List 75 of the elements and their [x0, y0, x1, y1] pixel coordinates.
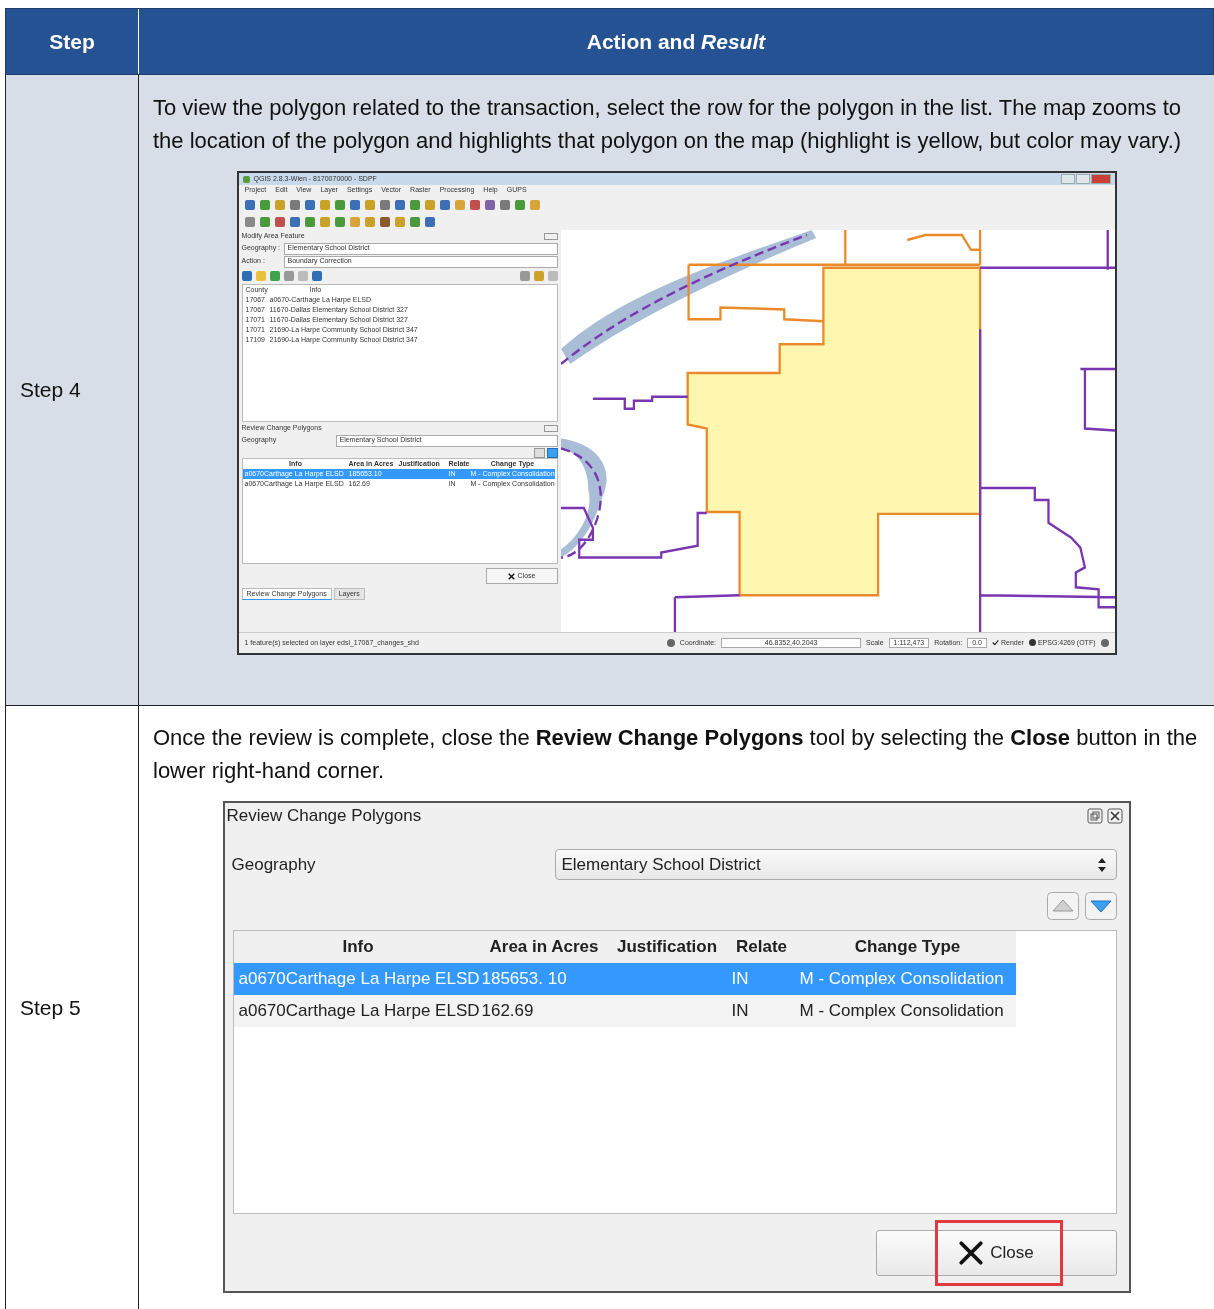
table-cell: M - Complex Consolidation: [799, 969, 1004, 988]
toolbar-icon[interactable]: [304, 216, 315, 227]
toolbar-icon[interactable]: [269, 271, 280, 281]
toolbar-icon[interactable]: [484, 199, 495, 210]
table-cell: M - Complex Consolidation: [799, 1001, 1004, 1020]
toolbar-icon[interactable]: [394, 216, 405, 227]
table-cell: a0670Carthage La Harpe ELSD: [238, 969, 480, 988]
step-label: Step 5: [20, 995, 81, 1020]
table-cell: IN: [731, 969, 749, 988]
panel-controls-icon[interactable]: [543, 232, 558, 240]
toolbar-icon[interactable]: [289, 199, 300, 210]
x-icon: [507, 572, 515, 580]
toolbar-icon[interactable]: [319, 216, 330, 227]
toolbar-icon[interactable]: [283, 271, 294, 281]
window-controls-icon[interactable]: [1060, 174, 1111, 184]
toolbar-icon[interactable]: [349, 199, 360, 210]
toolbar-icon[interactable]: [334, 216, 345, 227]
toolbar-icon[interactable]: [304, 199, 315, 210]
field-label: Geography: [231, 854, 316, 874]
close-icon[interactable]: [1106, 808, 1123, 824]
toolbar-icon[interactable]: [409, 199, 420, 210]
toolbar-icon[interactable]: [394, 199, 405, 210]
toolbar-icon[interactable]: [334, 199, 345, 210]
toolbar-icon[interactable]: [519, 271, 530, 281]
toolbar-icon[interactable]: [241, 271, 252, 281]
move-down-icon[interactable]: [546, 447, 558, 458]
table-cell: 162.69: [481, 1001, 534, 1020]
mouse-icon: [666, 639, 675, 647]
toolbar-icon[interactable]: [274, 216, 285, 227]
column-header: Justification: [616, 937, 718, 956]
column-header: Change Type: [854, 937, 961, 956]
toolbar-icon[interactable]: [439, 199, 450, 210]
toolbar-icon[interactable]: [244, 216, 255, 227]
toolbar-icon[interactable]: [424, 199, 435, 210]
table-cell: IN: [731, 1001, 749, 1020]
float-icon[interactable]: [1086, 808, 1103, 824]
toolbar-icon[interactable]: [259, 216, 270, 227]
toolbar-icon[interactable]: [274, 199, 285, 210]
dialog-title: Review Change Polygons: [226, 806, 422, 826]
checkmark-icon: [991, 639, 999, 647]
toolbar-icon[interactable]: [379, 216, 390, 227]
messages-icon[interactable]: [1100, 639, 1109, 647]
toolbar-icon[interactable]: [259, 199, 270, 210]
close-button[interactable]: Close: [875, 1229, 1117, 1276]
toolbar-icon[interactable]: [469, 199, 480, 210]
table-cell: a0670Carthage La Harpe ELSD: [238, 1001, 480, 1020]
column-header: Area in Acres: [489, 937, 599, 956]
move-down-button[interactable]: [1084, 892, 1117, 920]
column-header: Action and Result: [586, 29, 766, 54]
instruction-text: To view the polygon related to the transaction, select the row for the polygon in the list. The map zooms to the location of the polygon and highlights that polygon on the map (highlight is yellow, but color may vary.): [153, 94, 1183, 155]
toolbar-icon[interactable]: [533, 271, 544, 281]
toolbar-icon[interactable]: [514, 199, 525, 210]
instruction-text: Once the review is complete, close the Review Change Polygons tool by selecting the Close button in the lower right-hand corner.: [153, 724, 1199, 785]
column-header: Info: [342, 937, 374, 956]
column-header: Relate: [736, 937, 787, 956]
toolbar-icon[interactable]: [244, 199, 255, 210]
toolbar-icon[interactable]: [311, 271, 322, 281]
move-up-icon[interactable]: [533, 447, 545, 458]
toolbar-icon[interactable]: [364, 199, 375, 210]
dropdown[interactable]: Elementary School District: [554, 849, 1117, 880]
step-label: Step 4: [20, 378, 81, 402]
app-logo-icon: [242, 175, 250, 183]
close-x-icon: [958, 1239, 985, 1266]
toolbar-icon[interactable]: [289, 216, 300, 227]
toolbar-icon[interactable]: [424, 216, 435, 227]
table-row[interactable]: a0670Carthage La Harpe ELSD162.69 IN M - Complex Consolidation: [233, 995, 1016, 1027]
toolbar-icon[interactable]: [364, 216, 375, 227]
toolbar-icon[interactable]: [319, 199, 330, 210]
panel-controls-icon[interactable]: [543, 424, 558, 432]
column-header: Step: [49, 29, 95, 54]
toolbar-icon[interactable]: [409, 216, 420, 227]
move-up-button[interactable]: [1046, 892, 1079, 920]
table-cell: 185653. 10: [481, 969, 567, 988]
toolbar-icon[interactable]: [379, 199, 390, 210]
toolbar-icon[interactable]: [499, 199, 510, 210]
